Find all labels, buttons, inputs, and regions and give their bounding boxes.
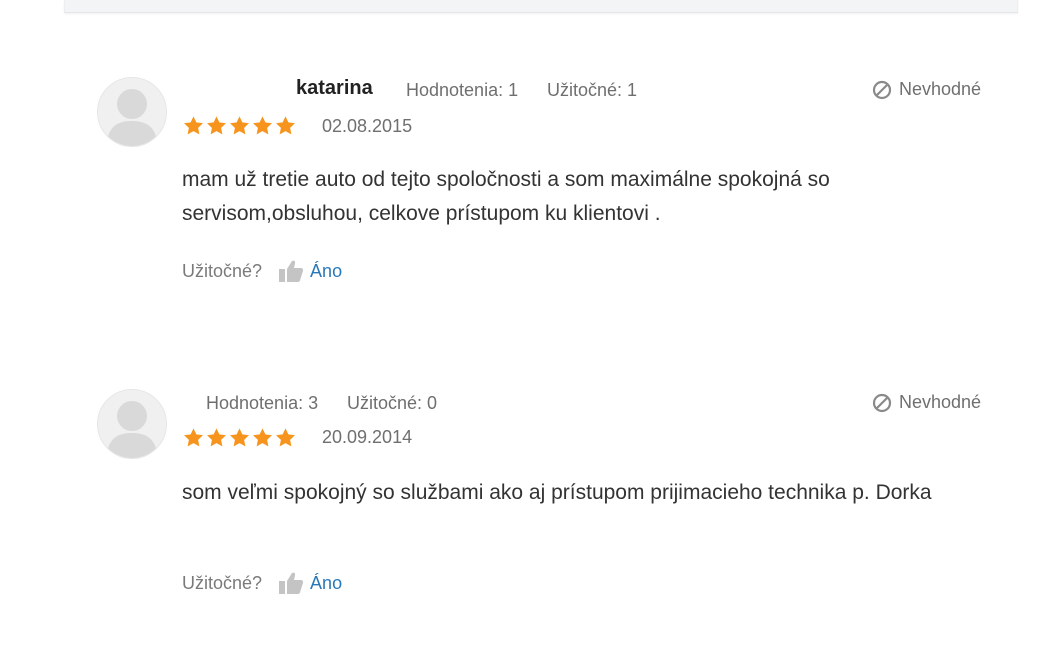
star-rating bbox=[182, 427, 297, 449]
user-avatar-icon bbox=[97, 389, 167, 459]
useful-yes-link[interactable]: Áno bbox=[310, 261, 342, 282]
review-text: mam už tretie auto od tejto spoločnosti … bbox=[182, 168, 830, 225]
thumbs-up-icon[interactable] bbox=[278, 258, 304, 284]
thumbs-up-icon[interactable] bbox=[278, 570, 304, 596]
flag-label: Nevhodné bbox=[899, 392, 982, 412]
star-rating bbox=[182, 115, 297, 137]
useful-yes-link[interactable]: Áno bbox=[310, 573, 342, 594]
useful-vote: Užitočné? Áno bbox=[182, 570, 342, 596]
useful-vote: Užitočné? Áno bbox=[182, 258, 342, 284]
report-inappropriate-button[interactable]: Nevhodné bbox=[872, 392, 981, 413]
useful-question: Užitočné? bbox=[182, 572, 263, 593]
prohibited-icon bbox=[872, 393, 892, 412]
star-icon bbox=[207, 428, 226, 447]
star-icon bbox=[276, 428, 295, 447]
review-text: som veľmi spokojný so službami ako aj pr… bbox=[182, 481, 932, 504]
review-date: 20.09.2014 bbox=[322, 427, 413, 447]
flag-label: Nevhodné bbox=[899, 79, 982, 99]
useful-count: Užitočné: 1 bbox=[547, 80, 638, 100]
useful-count: Užitočné: 0 bbox=[347, 393, 438, 413]
ratings-count: Hodnotenia: 1 bbox=[406, 80, 519, 100]
review-date: 02.08.2015 bbox=[322, 116, 413, 136]
star-icon bbox=[184, 116, 203, 135]
star-icon bbox=[230, 116, 249, 135]
useful-question: Užitočné? bbox=[182, 260, 263, 281]
star-icon bbox=[253, 116, 272, 135]
star-icon bbox=[276, 116, 295, 135]
top-panel bbox=[64, 0, 1018, 13]
ratings-count: Hodnotenia: 3 bbox=[206, 393, 319, 413]
report-inappropriate-button[interactable]: Nevhodné bbox=[872, 79, 981, 100]
star-icon bbox=[184, 428, 203, 447]
prohibited-icon bbox=[872, 80, 892, 99]
star-icon bbox=[253, 428, 272, 447]
author-name[interactable]: katarina bbox=[296, 77, 373, 100]
star-icon bbox=[230, 428, 249, 447]
user-avatar-icon bbox=[97, 77, 167, 147]
star-icon bbox=[207, 116, 226, 135]
